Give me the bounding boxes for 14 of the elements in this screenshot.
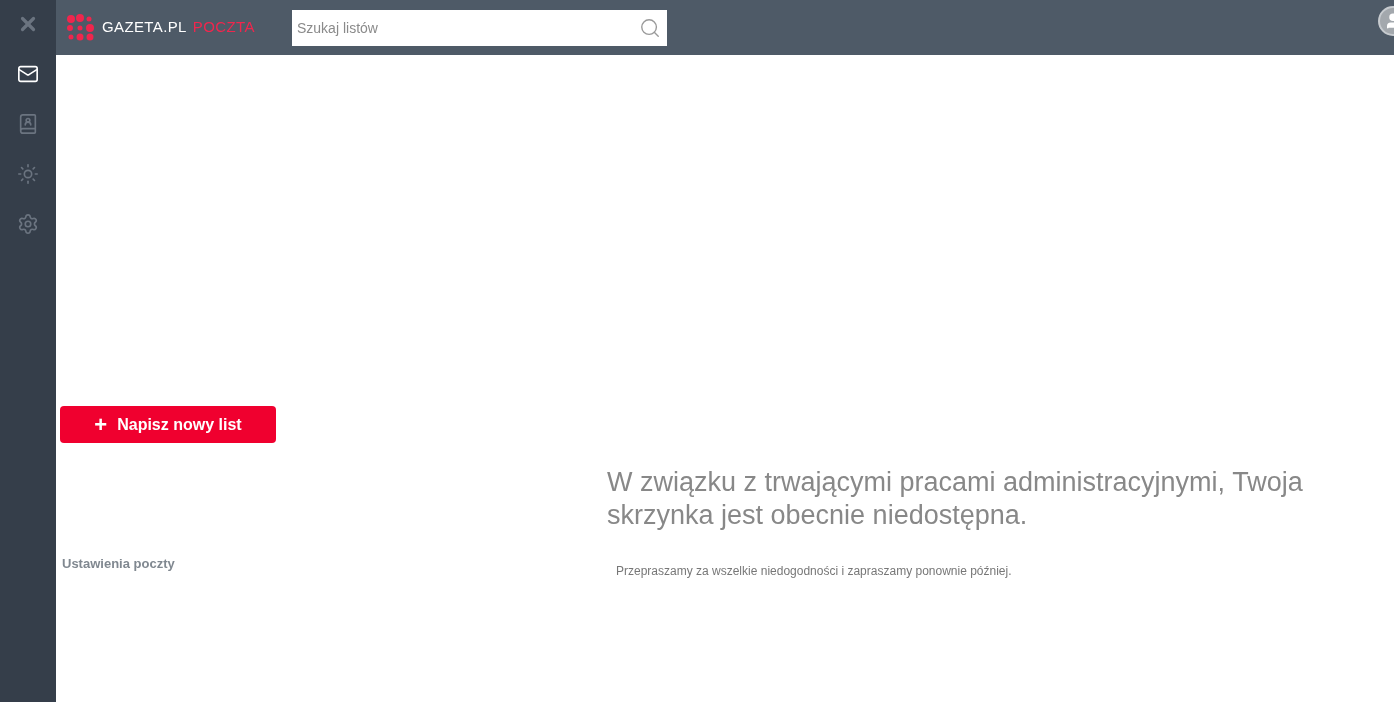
address-book-icon bbox=[17, 113, 39, 135]
maintenance-heading: W związku z trwającymi pracami administracyjnymi, Twoja skrzynka jest obecnie niedostępna. bbox=[607, 466, 1304, 532]
plus-icon: + bbox=[94, 413, 108, 436]
brand-name: GAZETA.PL bbox=[102, 17, 187, 38]
settings-link[interactable]: Ustawienia poczty bbox=[60, 554, 607, 574]
search-icon bbox=[639, 16, 661, 39]
compose-button[interactable]: + Napisz nowy list bbox=[60, 406, 276, 443]
product-name: POCZTA bbox=[192, 17, 255, 38]
settings-icon bbox=[17, 213, 39, 235]
envelope-icon bbox=[17, 63, 39, 85]
search-field[interactable]: Szukaj listów bbox=[292, 9, 667, 46]
sun-icon bbox=[17, 163, 39, 185]
dots-logo-icon bbox=[66, 13, 96, 42]
apology-text: Przepraszamy za wszelkie niedogodności i zapraszamy ponownie później. bbox=[616, 563, 1013, 580]
